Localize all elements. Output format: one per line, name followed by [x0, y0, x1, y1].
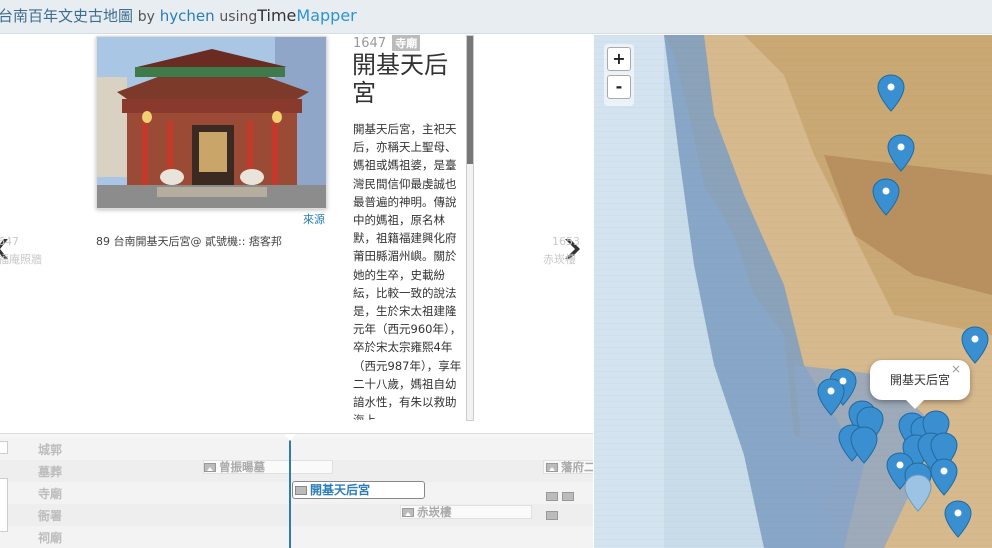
story-panel: 647 福庵照牆 來源 89 台南開基天后宮@ 貳號機:: 痞客邦 1647 寺…	[0, 35, 593, 433]
band-label: 祠廟	[38, 531, 63, 545]
timeline-event[interactable]: 赤崁樓	[402, 504, 452, 520]
by-text: by	[137, 9, 155, 25]
story-photo	[96, 36, 327, 209]
band-label: 寺廟	[38, 487, 63, 501]
map-marker[interactable]	[930, 458, 958, 496]
band-label: 衙署	[38, 509, 63, 523]
timeline-event-label: 藩府二	[561, 460, 593, 474]
author-link[interactable]: hychen	[160, 7, 215, 25]
image-icon	[295, 486, 307, 495]
timeline-band: 祠廟	[0, 526, 593, 548]
brand-mapper[interactable]: Mapper	[296, 6, 356, 25]
zoom-in-button[interactable]: +	[607, 47, 631, 71]
prev-date[interactable]: 647	[0, 235, 19, 248]
image-icon	[546, 492, 558, 501]
map-marker[interactable]	[887, 134, 915, 172]
band-label: 墓葬	[38, 465, 63, 479]
zoom-out-button[interactable]: -	[607, 75, 631, 99]
timeline-cursor[interactable]	[289, 434, 291, 548]
timeline-event-label: 赤崁樓	[417, 505, 452, 519]
category-tag: 寺廟	[392, 35, 421, 51]
timeline-cursor-tip	[283, 434, 297, 441]
story-scrollbar[interactable]	[466, 35, 474, 421]
next-date[interactable]: 1653	[552, 235, 580, 248]
timeline-event-label: 曾振暘墓	[219, 460, 265, 474]
story-date: 1647	[353, 36, 387, 51]
story-scrollbar-thumb[interactable]	[467, 36, 473, 164]
map-marker[interactable]	[877, 74, 905, 112]
next-label[interactable]: 赤崁樓	[543, 251, 576, 267]
map-panel[interactable]	[594, 35, 992, 548]
map-markers	[817, 74, 989, 538]
photo-caption: 89 台南開基天后宮@ 貳號機:: 痞客邦	[96, 235, 282, 248]
using-text: using	[219, 9, 258, 25]
band-label: 城郭	[38, 443, 63, 457]
map-title[interactable]: 台南百年文史古地圖	[0, 7, 133, 25]
image-icon	[562, 492, 574, 501]
image-icon	[546, 511, 558, 520]
timeline-side-box	[0, 478, 8, 532]
close-icon[interactable]: ×	[951, 362, 961, 376]
timeline-side-box	[0, 441, 8, 454]
image-icon	[204, 463, 216, 472]
timeline-selected-event[interactable]: 開基天后宮	[292, 481, 425, 499]
app-header: 台南百年文史古地圖 by hychen usingTimeMapper	[0, 0, 992, 34]
map-popup-tip	[905, 399, 925, 409]
timeline[interactable]: 城郭 墓葬 寺廟 衙署 祠廟 曾振暘墓 赤崁樓 藩府二 開基天后宮	[0, 433, 593, 548]
map-marker-selected[interactable]	[904, 474, 932, 512]
timeline-selected-label: 開基天后宮	[310, 483, 371, 497]
timeline-band: 城郭	[0, 438, 593, 460]
temple-image	[97, 37, 326, 208]
map-popup-label[interactable]: 開基天后宮	[890, 373, 950, 387]
photo-source-link[interactable]: 來源	[303, 211, 325, 227]
map-marker[interactable]	[944, 500, 972, 538]
story-body: 開基天后宮，主祀天后，亦稱天上聖母、媽祖或媽祖婆，是臺灣民間信仰最虔誠也最普遍的…	[353, 122, 462, 420]
timeline-event[interactable]: 曾振暘墓	[204, 459, 265, 475]
image-icon	[402, 508, 414, 517]
map-marker[interactable]	[817, 378, 845, 416]
brand-time[interactable]: Time	[257, 6, 296, 25]
zoom-control: + -	[604, 44, 634, 106]
timeline-event-icons[interactable]	[546, 486, 593, 524]
story-headline: 開基天后宮	[352, 51, 448, 107]
timeline-event[interactable]: 藩府二	[546, 459, 593, 475]
prev-label[interactable]: 福庵照牆	[0, 251, 42, 267]
map-marker[interactable]	[872, 178, 900, 216]
header-title-line: 台南百年文史古地圖 by hychen usingTimeMapper	[0, 5, 357, 26]
map-marker[interactable]	[961, 326, 989, 364]
story-date-line: 1647 寺廟	[353, 35, 421, 51]
image-icon	[546, 463, 558, 472]
